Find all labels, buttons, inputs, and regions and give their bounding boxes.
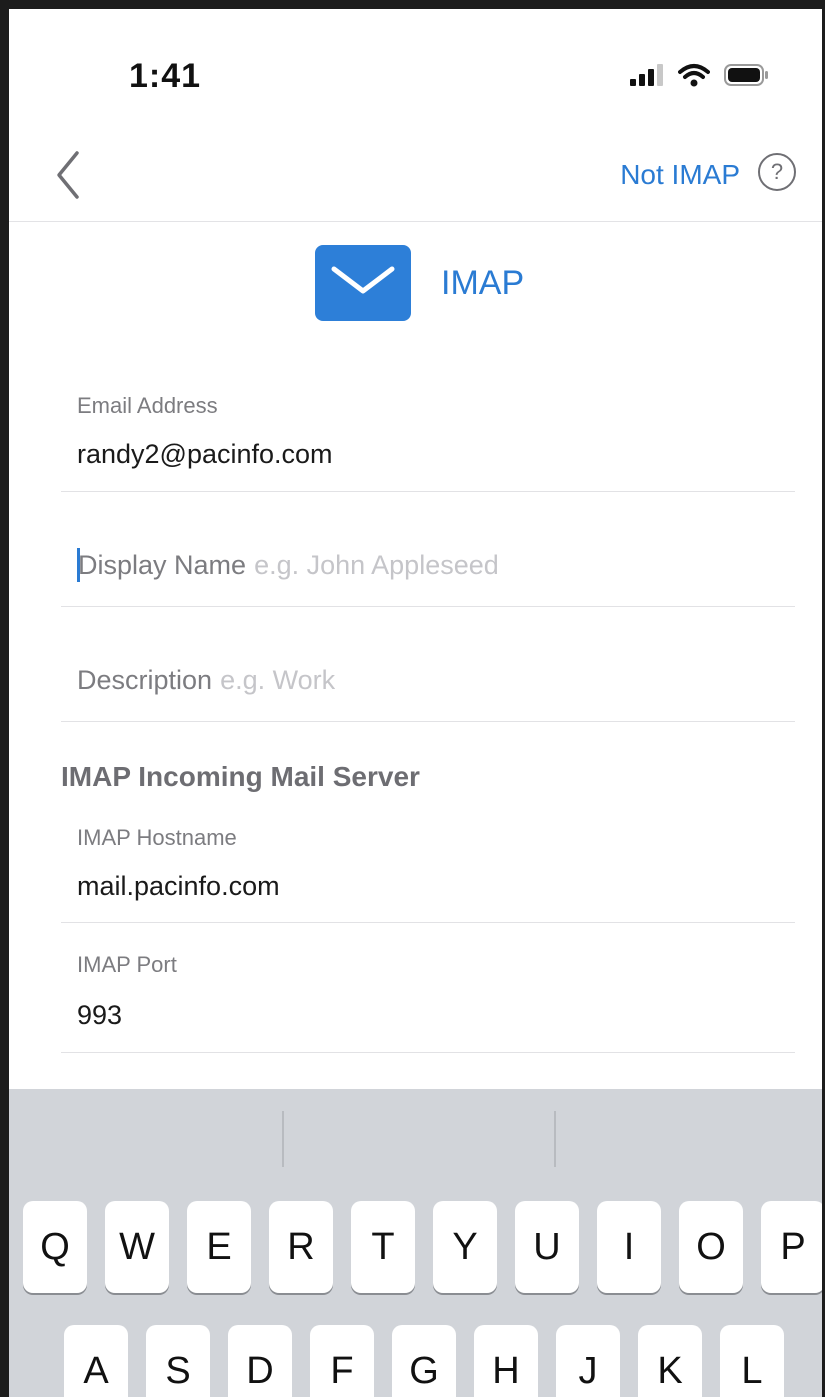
key-s[interactable]: S	[146, 1325, 210, 1397]
keyboard: QWERTYUIOP ASDFGHJKL	[9, 1089, 822, 1397]
imap-port-field[interactable]: IMAP Port 993	[61, 922, 795, 1053]
back-chevron-icon	[57, 151, 79, 199]
key-q[interactable]: Q	[23, 1201, 87, 1293]
key-g[interactable]: G	[392, 1325, 456, 1397]
display-name-placeholder: e.g. John Appleseed	[254, 550, 499, 581]
back-button[interactable]	[49, 147, 89, 203]
status-bar: 1:41	[9, 9, 822, 129]
email-value[interactable]: randy2@pacinfo.com	[77, 439, 333, 470]
key-p[interactable]: P	[761, 1201, 822, 1293]
mail-envelope-icon	[315, 245, 411, 321]
key-a[interactable]: A	[64, 1325, 128, 1397]
key-w[interactable]: W	[105, 1201, 169, 1293]
email-field[interactable]: Email Address randy2@pacinfo.com	[61, 379, 795, 492]
key-r[interactable]: R	[269, 1201, 333, 1293]
display-name-input[interactable]: Display Name e.g. John Appleseed	[77, 548, 499, 584]
suggestion-divider	[282, 1111, 284, 1167]
key-h[interactable]: H	[474, 1325, 538, 1397]
imap-hostname-label: IMAP Hostname	[77, 825, 237, 850]
imap-port-label: IMAP Port	[77, 952, 177, 977]
imap-hostname-field[interactable]: IMAP Hostname mail.pacinfo.com	[61, 809, 795, 923]
key-y[interactable]: Y	[433, 1201, 497, 1293]
email-label: Email Address	[77, 393, 218, 418]
key-f[interactable]: F	[310, 1325, 374, 1397]
imap-hostname-value[interactable]: mail.pacinfo.com	[77, 871, 280, 902]
key-d[interactable]: D	[228, 1325, 292, 1397]
description-input[interactable]: Description e.g. Work	[77, 665, 335, 696]
description-label: Description	[77, 665, 213, 695]
display-name-field[interactable]: Display Name e.g. John Appleseed	[61, 491, 795, 607]
description-placeholder: e.g. Work	[220, 665, 336, 695]
not-imap-link[interactable]: Not IMAP	[620, 159, 740, 191]
incoming-server-section-title: IMAP Incoming Mail Server	[61, 761, 420, 792]
description-field[interactable]: Description e.g. Work	[61, 606, 795, 722]
account-type-title: IMAP	[441, 263, 525, 302]
key-u[interactable]: U	[515, 1201, 579, 1293]
help-icon[interactable]: ?	[758, 153, 796, 191]
key-l[interactable]: L	[720, 1325, 784, 1397]
status-icons	[630, 63, 770, 92]
nav-bar: Not IMAP ?	[9, 129, 822, 222]
wifi-icon	[678, 63, 710, 92]
key-o[interactable]: O	[679, 1201, 743, 1293]
phone-screen: 1:41 Not IMAP ? IMAP Email Address randy…	[0, 0, 825, 1397]
suggestion-divider	[554, 1111, 556, 1167]
key-j[interactable]: J	[556, 1325, 620, 1397]
display-name-label: Display Name	[78, 550, 247, 581]
key-e[interactable]: E	[187, 1201, 251, 1293]
cellular-signal-icon	[630, 64, 664, 91]
text-cursor	[77, 548, 80, 582]
imap-port-value[interactable]: 993	[77, 1000, 122, 1031]
key-i[interactable]: I	[597, 1201, 661, 1293]
key-k[interactable]: K	[638, 1325, 702, 1397]
battery-icon	[724, 64, 770, 91]
key-t[interactable]: T	[351, 1201, 415, 1293]
status-time: 1:41	[129, 57, 202, 95]
account-type-header: IMAP	[315, 245, 524, 321]
